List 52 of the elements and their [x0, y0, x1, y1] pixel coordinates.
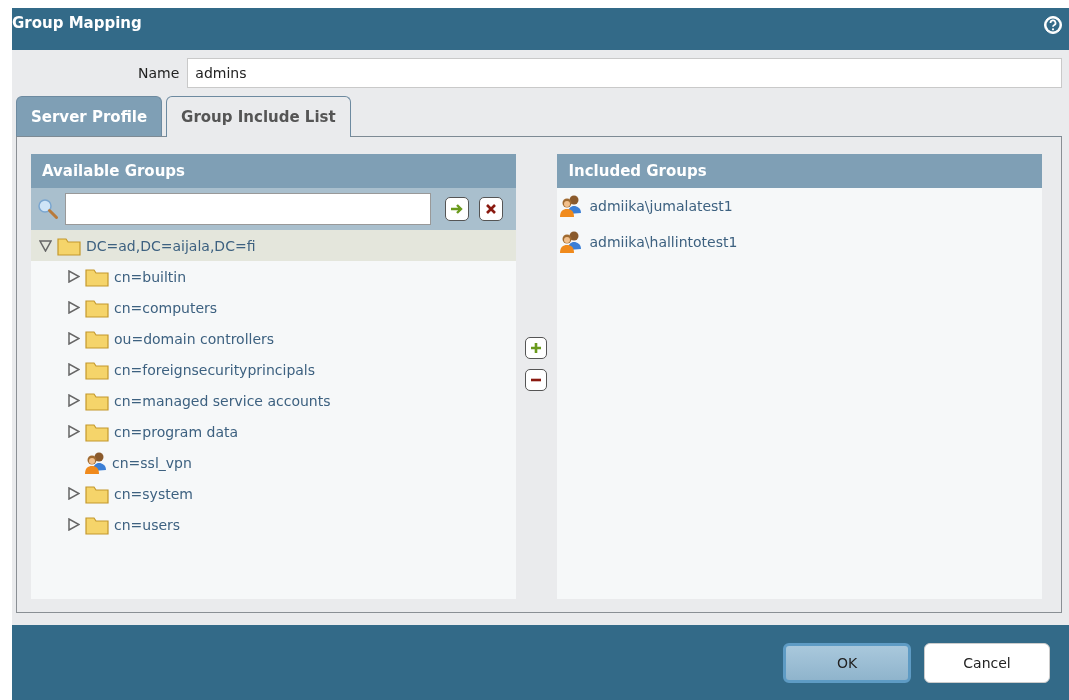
- search-icon: [37, 198, 59, 220]
- tree-item-label: DC=ad,DC=aijala,DC=fi: [86, 237, 256, 254]
- help-icon[interactable]: [1043, 15, 1063, 35]
- expand-triangle-icon[interactable]: [67, 270, 80, 283]
- clear-filter-button[interactable]: [479, 197, 503, 221]
- tree-item[interactable]: cn=users: [31, 509, 516, 540]
- tab[interactable]: Group Include List: [166, 96, 351, 137]
- tree-item[interactable]: cn=managed service accounts: [31, 385, 516, 416]
- tree-item-label: cn=computers: [114, 299, 218, 316]
- expand-triangle-icon[interactable]: [67, 332, 80, 345]
- user-group-icon: [559, 230, 584, 254]
- tree-item-label: cn=foreignsecurityprincipals: [114, 361, 316, 378]
- search-field[interactable]: [65, 193, 431, 225]
- included-group-item[interactable]: admiika\hallintotest1: [589, 234, 738, 250]
- name-label: Name: [138, 65, 180, 81]
- cancel-button[interactable]: Cancel: [924, 642, 1050, 683]
- expand-triangle-icon[interactable]: [67, 425, 80, 438]
- tree-item-label: cn=builtin: [114, 268, 187, 285]
- expand-triangle-icon[interactable]: [67, 518, 80, 531]
- plus-icon: [530, 342, 543, 354]
- expand-triangle-icon[interactable]: [67, 363, 80, 376]
- tree-item[interactable]: cn=program data: [31, 416, 516, 447]
- arrow-right-icon: [450, 203, 464, 215]
- tree-item[interactable]: ou=domain controllers: [31, 323, 516, 354]
- tree-item[interactable]: DC=ad,DC=aijala,DC=fi: [31, 230, 516, 261]
- tree-item-label: cn=users: [114, 516, 181, 533]
- tree-item-label: cn=system: [114, 485, 193, 502]
- collapse-triangle-icon[interactable]: [39, 239, 52, 252]
- included-group-item[interactable]: admiika\jumalatest1: [589, 198, 733, 214]
- user-group-icon: [84, 450, 108, 475]
- panel-header: Available Groups: [31, 154, 516, 188]
- tree-item[interactable]: cn=builtin: [31, 261, 516, 292]
- expand-triangle-icon[interactable]: [67, 394, 80, 407]
- tree-item-label: cn=program data: [114, 423, 239, 440]
- window-title: Group Mapping: [12, 14, 142, 32]
- close-icon: [485, 203, 497, 215]
- tree-item-label: cn=managed service accounts: [114, 392, 331, 409]
- tree-item[interactable]: cn=computers: [31, 292, 516, 323]
- apply-filter-button[interactable]: [445, 197, 469, 221]
- tree-item-label: cn=ssl_vpn: [112, 454, 192, 471]
- ok-button[interactable]: OK: [783, 642, 911, 683]
- user-group-icon: [559, 194, 584, 218]
- expand-triangle-icon[interactable]: [67, 301, 80, 314]
- expand-triangle-icon[interactable]: [67, 487, 80, 500]
- add-button[interactable]: [525, 337, 548, 359]
- tree-item[interactable]: cn=foreignsecurityprincipals: [31, 354, 516, 385]
- panel-header: Included Groups: [557, 154, 1042, 188]
- name-field[interactable]: admins: [187, 58, 1062, 88]
- tree-item[interactable]: cn=ssl_vpn: [31, 447, 516, 478]
- remove-button[interactable]: [525, 369, 548, 391]
- tree-item-label: ou=domain controllers: [114, 330, 275, 347]
- tree-item[interactable]: cn=system: [31, 478, 516, 509]
